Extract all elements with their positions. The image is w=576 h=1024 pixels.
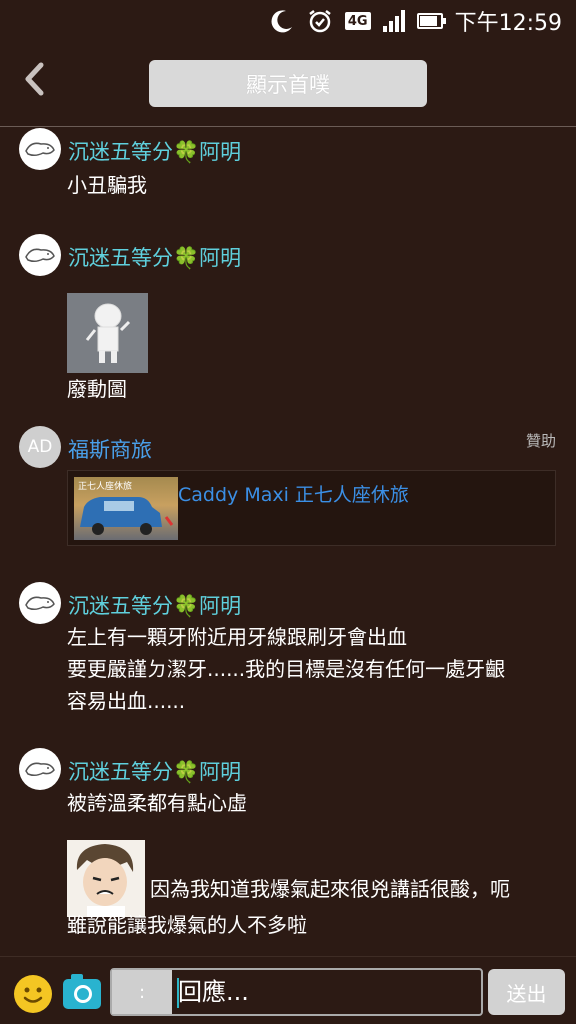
network-type-badge: 4G (344, 12, 371, 30)
post-message: 被誇溫柔都有點心虛 (67, 791, 247, 815)
ad-card[interactable]: 正七人座休旅 Caddy Maxi 正七人座休旅 (67, 470, 556, 546)
chevron-left-icon (23, 61, 45, 105)
status-time: 下午12:59 (454, 11, 562, 36)
top-bar: 顯示首噗 (0, 42, 576, 127)
battery-icon (416, 13, 446, 29)
post-message-line: 容易出血...... (67, 689, 186, 713)
post-message-line: 左上有一顆牙附近用牙線跟刷牙會出血 (67, 625, 407, 649)
ad-avatar: AD (19, 426, 61, 468)
post-message: 廢動圖 (67, 377, 127, 401)
camera-button[interactable] (63, 974, 101, 1009)
post-message: 小丑騙我 (67, 173, 147, 197)
avatar[interactable] (19, 748, 61, 790)
ad-image: 正七人座休旅 (74, 477, 178, 540)
avatar[interactable] (19, 582, 61, 624)
post-author[interactable]: 沉迷五等分🍀阿明 (68, 756, 241, 786)
qualifier-selector[interactable]: : (112, 970, 172, 1014)
reply-input-box[interactable]: : (110, 968, 483, 1016)
gif-thumbnail[interactable] (67, 293, 148, 373)
avatar[interactable] (19, 234, 61, 276)
reply-composer: : 送出 (0, 956, 576, 1024)
text-cursor (177, 978, 179, 1008)
clover-icon: 🍀 (173, 594, 200, 618)
sponsored-label: 贊助 (525, 432, 556, 450)
clover-icon: 🍀 (173, 140, 200, 164)
moon-icon (269, 8, 295, 34)
post-message-line: 因為我知道我爆氣起來很兇講話很酸，呃 (150, 877, 510, 901)
post-author[interactable]: 沉迷五等分🍀阿明 (68, 590, 241, 620)
post-author[interactable]: 沉迷五等分🍀阿明 (68, 136, 241, 166)
signal-icon (382, 10, 405, 32)
reply-input[interactable] (174, 970, 479, 1014)
clover-icon: 🍀 (173, 246, 200, 270)
clover-icon: 🍀 (173, 760, 200, 784)
send-button[interactable]: 送出 (488, 969, 565, 1015)
ad-headline[interactable]: Caddy Maxi 正七人座休旅 (178, 480, 409, 507)
smiley-icon (23, 987, 43, 1003)
post-message-line: 要更嚴謹ㄉ潔牙......我的目標是沒有任何一處牙齦 (67, 657, 506, 681)
post-author[interactable]: 沉迷五等分🍀阿明 (68, 242, 241, 272)
avatar[interactable] (19, 128, 61, 170)
advertiser-name[interactable]: 福斯商旅 (68, 434, 152, 464)
response-feed[interactable]: 沉迷五等分🍀阿明 小丑騙我 沉迷五等分🍀阿明 廢動圖 AD 福斯商旅 贊助 正七 (0, 128, 576, 956)
back-button[interactable] (14, 62, 54, 104)
show-first-plurk-button[interactable]: 顯示首噗 (149, 60, 427, 107)
post-message-line: 雖說能讓我爆氣的人不多啦 (67, 913, 307, 937)
emoticon-image (67, 840, 145, 917)
alarm-icon (307, 8, 333, 34)
status-bar: 4G 下午12:59 (0, 0, 576, 42)
emoji-button[interactable] (14, 975, 52, 1013)
